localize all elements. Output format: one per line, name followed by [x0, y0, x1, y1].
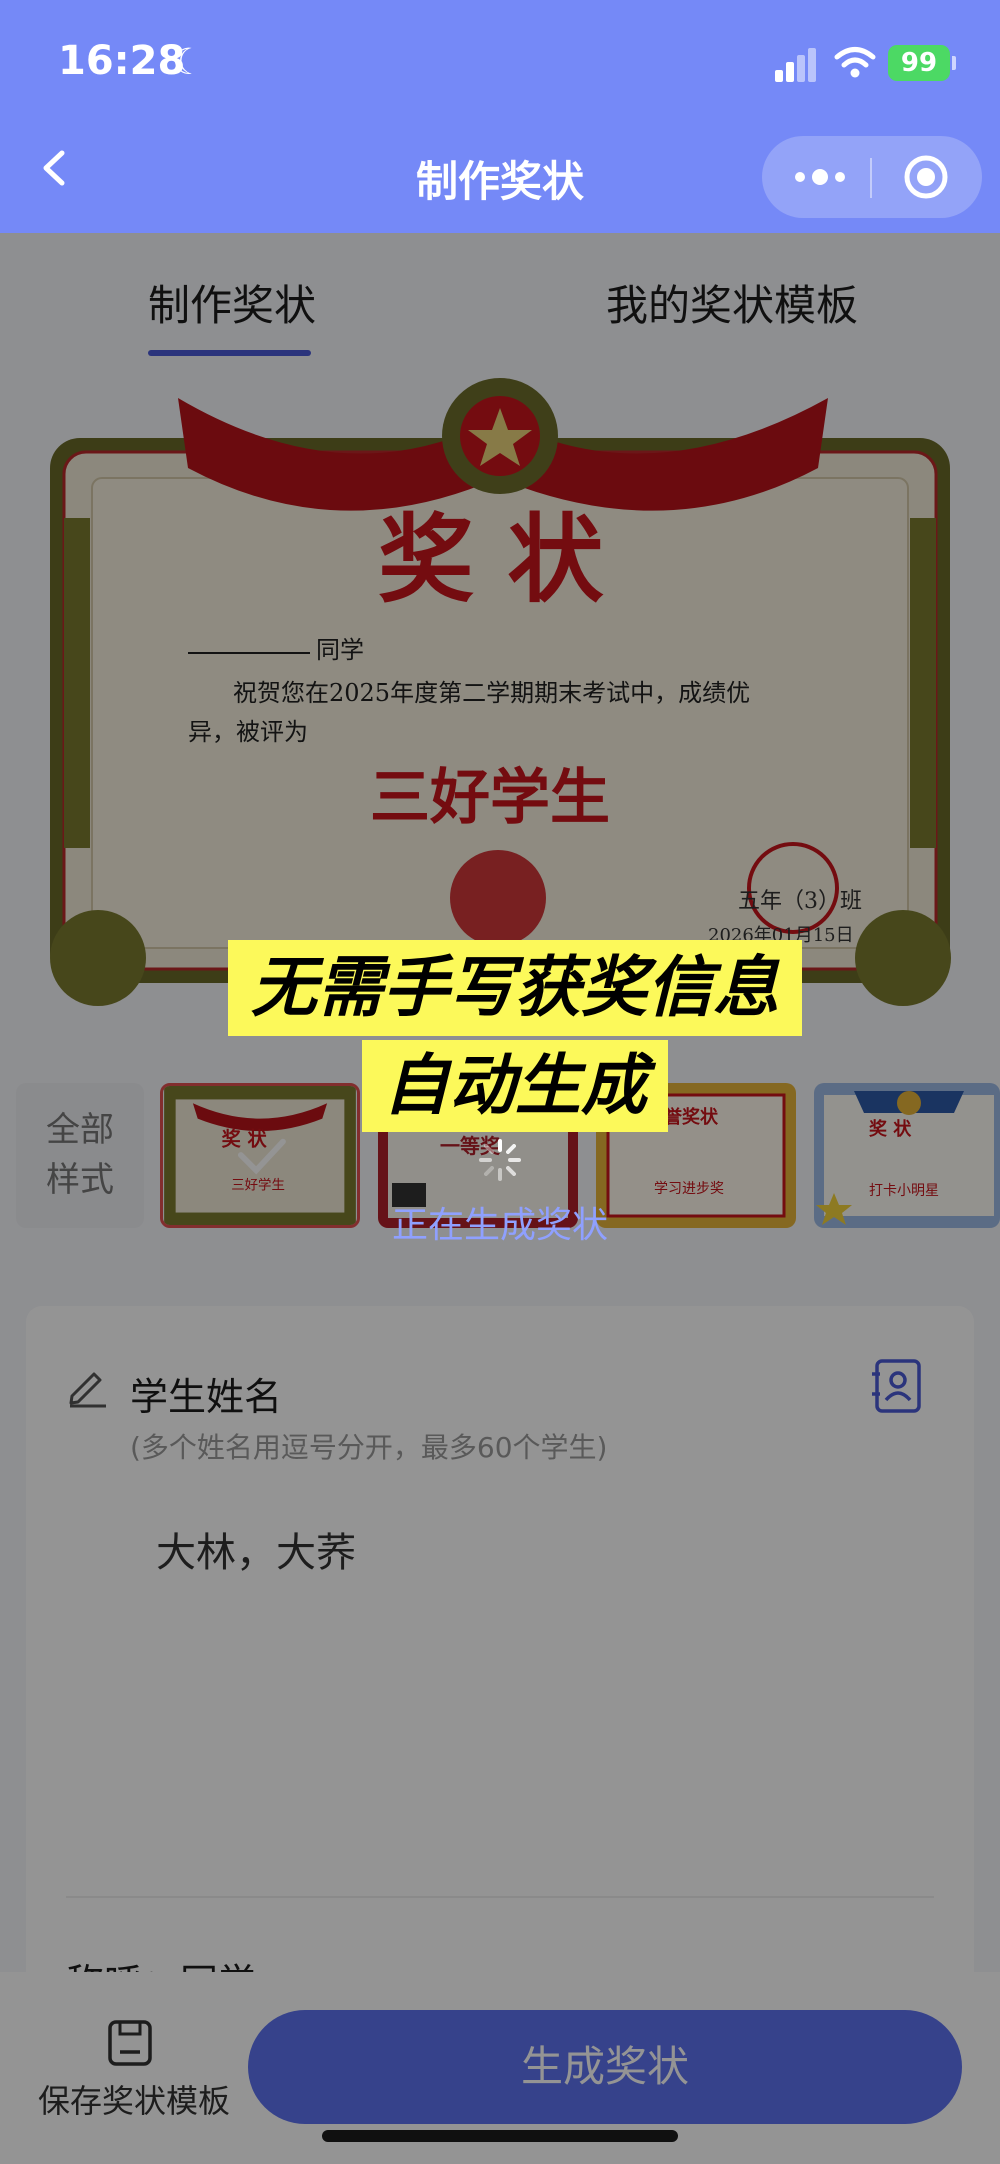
promo-banner-line1: 无需手写获奖信息: [228, 940, 802, 1036]
loading-spinner-icon: [479, 1139, 521, 1181]
moon-icon: ☾: [172, 42, 205, 83]
loading-text: 正在生成奖状: [391, 1205, 608, 1246]
battery-tip: [952, 56, 956, 70]
signal-icon: [775, 48, 817, 82]
wifi-icon: [834, 47, 876, 78]
capsule-divider: [870, 158, 872, 198]
promo-banner-line2: 自动生成: [362, 1040, 668, 1132]
status-time: 16:28: [58, 38, 186, 84]
close-miniprogram-icon[interactable]: [903, 154, 949, 200]
more-icon[interactable]: [790, 160, 850, 194]
battery-icon: 99: [888, 45, 950, 81]
